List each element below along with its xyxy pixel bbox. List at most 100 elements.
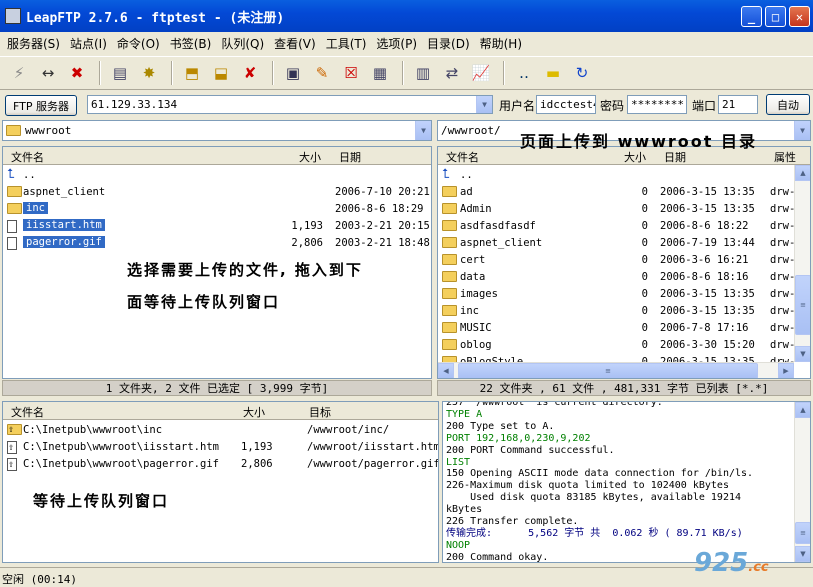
menu-item[interactable]: 工具(T) (321, 35, 372, 52)
status-bar: 空闲 (00:14) (0, 567, 813, 586)
scroll-right-icon[interactable]: ▶ (778, 363, 794, 378)
menu-item[interactable]: 队列(Q) (216, 35, 269, 52)
title-bar[interactable]: LeapFTP 2.7.6 - ftptest - (未注册) _ □ ✕ (0, 0, 813, 32)
queue-col-size[interactable]: 大小 (243, 404, 265, 420)
queue-col-name[interactable]: 文件名 (11, 404, 44, 420)
log-scroll-down-icon[interactable]: ▼ (795, 546, 810, 562)
remote-file-row[interactable]: oblog 0 2006-3-30 15:20 drw- (438, 337, 795, 354)
reconnect-icon[interactable]: ↔ (35, 60, 61, 86)
local-file-list[interactable]: 文件名 大小 日期 ⮤.. aspnet_client 2006-7-10 20:2… (2, 146, 432, 379)
log-line: 传输完成: 5,562 字节 共 0.062 秒 ( 89.71 KB/s) (446, 527, 743, 539)
site-manager-icon[interactable]: ▤ (107, 60, 133, 86)
settings-icon[interactable]: ✸ (136, 60, 162, 86)
app-icon[interactable] (5, 8, 21, 24)
menu-item[interactable]: 书签(B) (165, 35, 217, 52)
scroll-up-icon[interactable]: ▲ (795, 165, 810, 181)
remote-file-row[interactable]: inc 0 2006-3-15 13:35 drw- (438, 303, 795, 320)
remote-file-row[interactable]: ⮤.. (438, 167, 794, 184)
remote-horizontal-scrollbar[interactable]: ◀ ≡ ▶ (438, 362, 794, 378)
menu-item[interactable]: 目录(D) (422, 35, 475, 52)
disconnect-icon[interactable]: ✖ (64, 60, 90, 86)
scroll-left-icon[interactable]: ◀ (438, 363, 454, 378)
file-size: 0 (641, 237, 648, 249)
menu-item[interactable]: 帮助(H) (475, 35, 527, 52)
transfer-icon[interactable]: ⇄ (439, 60, 465, 86)
remote-file-row[interactable]: ad 0 2006-3-15 13:35 drw- (438, 184, 795, 201)
remote-file-row[interactable]: asdfasdfasdf 0 2006-8-6 18:22 drw- (438, 218, 795, 235)
local-col-size[interactable]: 大小 (299, 149, 321, 165)
queue-col-target[interactable]: 目标 (309, 404, 331, 420)
log-panel[interactable]: 257 "/wwwroot" is current directory. TYPE… (442, 401, 811, 563)
file-date: 2006-3-6 16:21 (660, 254, 749, 266)
queue-row[interactable]: ⇧ C:\Inetpub\wwwroot\pagerror.gif 2,806/ww… (3, 456, 438, 473)
file-date: 2006-3-15 13:35 (660, 305, 755, 317)
file-date: 2006-8-6 18:29 (335, 203, 424, 215)
view-file-icon[interactable]: ▣ (280, 60, 306, 86)
remote-file-row[interactable]: MUSIC 0 2006-7-8 17:16 drw- (438, 320, 795, 337)
password-field[interactable]: ******** (627, 95, 687, 114)
file-size: 2,806 (291, 237, 323, 249)
remote-vertical-scrollbar[interactable]: ▲ ≡ ▼ (794, 165, 810, 362)
ftp-server-button[interactable]: FTP 服务器 (5, 95, 77, 116)
edit-file-icon[interactable]: ✎ (309, 60, 335, 86)
refresh-icon[interactable]: ↻ (569, 60, 595, 86)
chart-icon[interactable]: 📈 (468, 60, 494, 86)
new-folder-icon[interactable]: ▬ (540, 60, 566, 86)
queue-row[interactable]: ⇧ C:\Inetpub\wwwroot\iisstart.htm 1,193/ww… (3, 439, 438, 456)
menu-item[interactable]: 查看(V) (269, 35, 321, 52)
local-col-name[interactable]: 文件名 (11, 149, 44, 165)
queue-size: 2,806 (241, 458, 273, 470)
local-file-row[interactable]: inc 2006-8-6 18:29 (3, 201, 431, 218)
close-button[interactable]: ✕ (789, 6, 810, 27)
queue-run-icon[interactable]: ⬓ (208, 60, 234, 86)
server-address-field[interactable]: 61.129.33.134 ▼ (87, 95, 493, 114)
local-file-row[interactable]: pagerror.gif 2,806 2003-2-21 18:48 (3, 235, 431, 252)
queue-row[interactable]: ⇧ C:\Inetpub\wwwroot\inc/wwwroot/inc/ (3, 422, 438, 439)
menu-item[interactable]: 服务器(S) (2, 35, 65, 52)
remote-col-attr[interactable]: 属性 (774, 149, 796, 165)
minimize-button[interactable]: _ (741, 6, 762, 27)
scroll-down-icon[interactable]: ▼ (795, 346, 810, 362)
remote-file-row[interactable]: cert 0 2006-3-6 16:21 drw- (438, 252, 795, 269)
remote-file-row[interactable]: data 0 2006-8-6 18:16 drw- (438, 269, 795, 286)
connect-icon[interactable]: ⚡ (6, 60, 32, 86)
local-path-field[interactable]: wwwroot ▼ (2, 120, 432, 141)
remote-col-name[interactable]: 文件名 (446, 149, 479, 165)
menu-item[interactable]: 选项(P) (371, 35, 422, 52)
menu-item[interactable]: 站点(I) (65, 35, 112, 52)
local-col-date[interactable]: 日期 (339, 149, 361, 165)
menu-item[interactable]: 命令(O) (112, 35, 165, 52)
queue-list[interactable]: 文件名 大小 目标 ⇧ C:\Inetpub\wwwroot\inc/wwwroo… (2, 401, 439, 563)
username-field[interactable]: idcctest4 (536, 95, 596, 114)
upload-file-icon: ⇧ (7, 441, 17, 454)
local-path-dropdown-icon[interactable]: ▼ (415, 121, 431, 140)
remote-file-row[interactable]: aspnet_client 0 2006-7-19 13:44 drw- (438, 235, 795, 252)
file-date: 2006-3-15 13:35 (660, 203, 755, 215)
queue-add-icon[interactable]: ⬒ (179, 60, 205, 86)
upload-file-icon: ⇧ (7, 458, 17, 471)
file-size: 0 (641, 339, 648, 351)
file-size: 0 (641, 322, 648, 334)
log-icon[interactable]: ▥ (410, 60, 436, 86)
log-scroll-up-icon[interactable]: ▲ (795, 402, 810, 418)
remote-path-dropdown-icon[interactable]: ▼ (794, 121, 810, 140)
auto-button[interactable]: 自动 (766, 94, 810, 115)
remote-file-list[interactable]: 文件名 大小 日期 属性 ⮤.. ad 0 2006-3-15 13:35 drw- Ad… (437, 146, 811, 379)
local-file-row[interactable]: ⮤.. (3, 167, 431, 184)
queue-clear-icon[interactable]: ✘ (237, 60, 263, 86)
delete-file-icon[interactable]: ☒ (338, 60, 364, 86)
remote-file-row[interactable]: images 0 2006-3-15 13:35 drw- (438, 286, 795, 303)
hscroll-thumb[interactable]: ≡ (458, 363, 758, 378)
properties-icon[interactable]: ▦ (367, 60, 393, 86)
log-vertical-scrollbar[interactable]: ▲ ≡ ▼ (794, 402, 810, 562)
server-dropdown-icon[interactable]: ▼ (476, 96, 492, 113)
file-name: pagerror.gif (23, 236, 105, 248)
local-file-row[interactable]: aspnet_client 2006-7-10 20:21 (3, 184, 431, 201)
remote-file-row[interactable]: Admin 0 2006-3-15 13:35 drw- (438, 201, 795, 218)
port-field[interactable]: 21 (718, 95, 758, 114)
scroll-thumb[interactable]: ≡ (795, 275, 810, 335)
dots-icon[interactable]: ‥ (511, 60, 537, 86)
log-scroll-thumb[interactable]: ≡ (795, 522, 810, 544)
maximize-button[interactable]: □ (765, 6, 786, 27)
local-file-row[interactable]: iisstart.htm 1,193 2003-2-21 20:15 (3, 218, 431, 235)
